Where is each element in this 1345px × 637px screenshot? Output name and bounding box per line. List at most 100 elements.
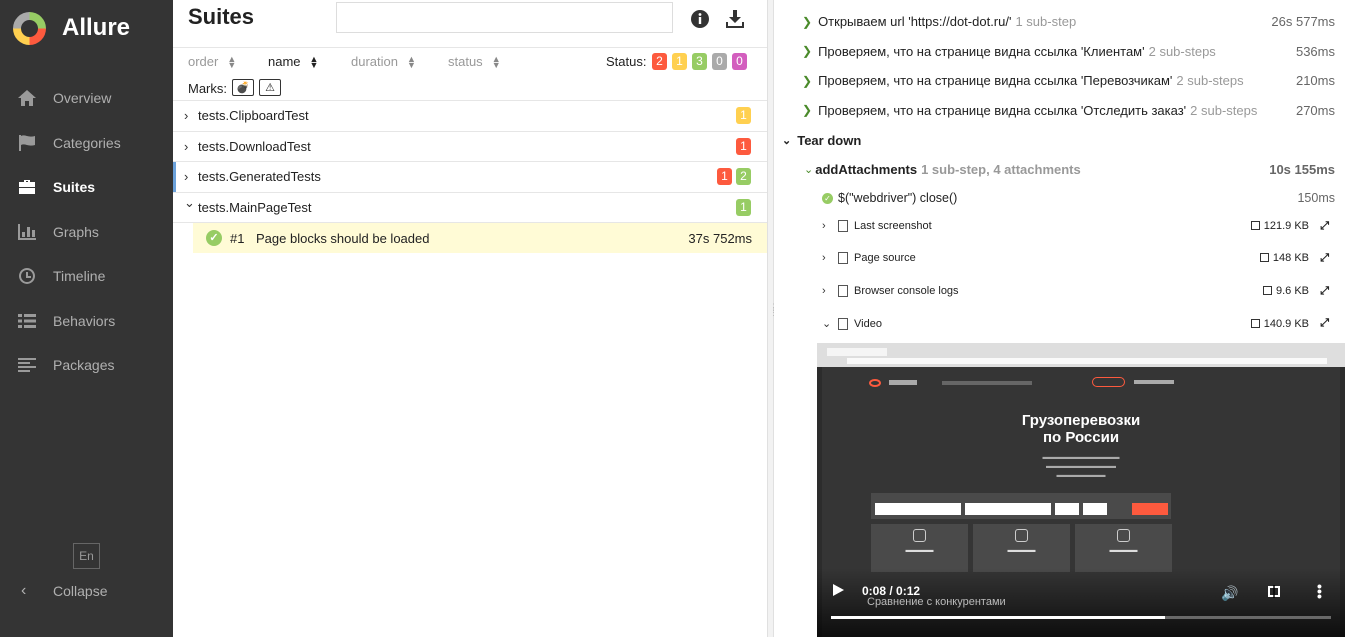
chevron-right-icon: ❯: [802, 14, 813, 29]
attachment-size: 140.9 KB: [1250, 317, 1309, 330]
sort-bar: order ▲ ▼ name ▲ ▼ duration ▲ ▼ status ▲ ▼ S…: [173, 48, 767, 75]
sidebar-item-categories[interactable]: Categories: [0, 121, 173, 166]
suites-tree: › tests.ClipboardTest 1 › tests.DownloadTest…: [173, 101, 767, 223]
attachment-row[interactable]: ⌄ Video 140.9 KB ⤢: [822, 317, 1337, 330]
test-details-pane: ❯ Открываем url 'https://dot-dot.ru/' 1 su…: [774, 0, 1345, 637]
sidebar-item-suites[interactable]: Suites: [0, 165, 173, 210]
chevron-right-icon: ›: [184, 108, 189, 124]
video-browser-bar: [817, 343, 1345, 367]
sort-status[interactable]: status ▲ ▼: [448, 54, 501, 69]
file-icon: [838, 285, 848, 297]
pane-splitter[interactable]: ⋮⋮: [767, 0, 778, 637]
step-duration: 26s 577ms: [1271, 14, 1335, 29]
video-player[interactable]: Грузоперевозки по России ▬▬▬▬▬▬▬▬▬▬▬ ▬▬▬…: [817, 343, 1345, 637]
file-icon: [838, 252, 848, 264]
test-step[interactable]: ❯ Проверяем, что на странице видна ссылка…: [802, 73, 1345, 88]
bomb-icon: 💣: [236, 82, 250, 94]
step-substeps: 2 sub-steps: [1176, 73, 1244, 88]
status-count-badge: 1: [736, 137, 751, 155]
attachment-name: Last screenshot: [854, 220, 932, 232]
sidebar-item-label: Categories: [53, 134, 121, 151]
suite-row[interactable]: ⌄ tests.MainPageTest 1: [173, 193, 767, 223]
suites-pane: Suites order ▲ ▼ name ▲ ▼ duration ▲ ▼ stat…: [173, 0, 767, 637]
sort-status-label: status: [448, 54, 483, 69]
sort-name[interactable]: name ▲ ▼: [268, 54, 318, 69]
new-failed-mark-button[interactable]: ⚠: [259, 79, 281, 96]
download-button[interactable]: [724, 8, 746, 30]
suite-row[interactable]: › tests.ClipboardTest 1: [173, 101, 767, 132]
status-filter: 21300: [652, 53, 747, 70]
expand-icon[interactable]: ⤢: [1320, 285, 1329, 298]
download-icon: [726, 10, 744, 28]
app-logo[interactable]: Allure: [0, 0, 173, 56]
sidebar-item-graphs[interactable]: Graphs: [0, 210, 173, 255]
info-icon: [691, 10, 709, 28]
status-filter-label: Status:: [606, 54, 647, 69]
chevron-down-icon: ⌄: [782, 135, 792, 147]
chevron-right-icon: ❯: [802, 103, 813, 117]
marks-bar: Marks: 💣 ⚠: [173, 75, 767, 101]
list-icon: [17, 312, 37, 330]
allure-logo-icon: [13, 11, 46, 45]
video-form: [871, 493, 1171, 519]
language-button[interactable]: En: [73, 543, 100, 569]
status-filter-badge[interactable]: 2: [652, 53, 667, 70]
volume-icon[interactable]: 🔊: [1221, 585, 1238, 602]
attachment-size: 9.6 KB: [1262, 285, 1309, 297]
status-filter-badge[interactable]: 0: [712, 53, 727, 70]
test-step[interactable]: ❯ Открываем url 'https://dot-dot.ru/' 1 su…: [802, 14, 1345, 29]
sidebar-item-label: Behaviors: [53, 312, 116, 329]
expand-icon[interactable]: ⤢: [1320, 317, 1329, 330]
chevron-right-icon: ›: [822, 252, 826, 264]
sidebar-item-packages[interactable]: Packages: [0, 343, 173, 388]
step-label: Открываем url 'https://dot-dot.ru/': [818, 14, 1012, 29]
search-input[interactable]: [336, 2, 673, 33]
chevron-right-icon: ❯: [802, 44, 813, 58]
sidebar-item-behaviors[interactable]: Behaviors: [0, 299, 173, 344]
attachment-row[interactable]: › Last screenshot 121.9 KB ⤢: [822, 220, 1337, 232]
home-icon: [17, 89, 37, 107]
fullscreen-icon[interactable]: [1268, 585, 1280, 598]
video-progress-track[interactable]: [831, 616, 1331, 619]
sort-duration[interactable]: duration ▲ ▼: [351, 54, 416, 69]
info-button[interactable]: [689, 8, 711, 30]
test-number: #1: [230, 230, 245, 246]
sidebar-item-overview[interactable]: Overview: [0, 76, 173, 121]
step-substeps: 2 sub-steps: [1148, 43, 1216, 59]
attachment-size-value: 9.6 KB: [1275, 285, 1309, 297]
test-step[interactable]: ❯ Проверяем, что на странице видна ссылка…: [802, 44, 1345, 59]
status-count-badge: 1: [736, 198, 751, 216]
suite-status-badges: 1: [736, 107, 751, 125]
attachment-size-value: 140.9 KB: [1263, 317, 1309, 330]
test-step[interactable]: ❯ Проверяем, что на странице видна ссылка…: [802, 103, 1345, 118]
chevron-right-icon: ›: [822, 285, 826, 297]
expand-icon[interactable]: ⤢: [1320, 220, 1329, 233]
step-substeps: 2 sub-steps: [1190, 102, 1258, 118]
attachment-row[interactable]: › Page source 148 KB ⤢: [822, 252, 1337, 264]
sidebar: Allure Overview Categories Suites Graphs…: [0, 0, 173, 637]
more-options-icon[interactable]: • • •: [1317, 579, 1322, 603]
test-case-row[interactable]: ✓ #1 Page blocks should be loaded 37s 75…: [193, 223, 767, 253]
fixture-step[interactable]: ⌄ addAttachments 1 sub-step, 4 attachmen…: [804, 162, 1345, 177]
briefcase-icon: [17, 178, 37, 196]
sidebar-item-timeline[interactable]: Timeline: [0, 254, 173, 299]
collapse-button[interactable]: ‹ Collapse: [0, 578, 107, 604]
play-icon[interactable]: [833, 584, 844, 596]
close-step-label: $("webdriver") close(): [838, 191, 958, 205]
status-filter-badge[interactable]: 0: [732, 53, 747, 70]
suite-row[interactable]: › tests.GeneratedTests 1 2: [173, 162, 767, 193]
status-count-badge: 1: [717, 168, 732, 186]
suite-row[interactable]: › tests.DownloadTest 1: [173, 132, 767, 162]
status-filter-badge[interactable]: 3: [692, 53, 707, 70]
status-filter-badge[interactable]: 1: [672, 53, 687, 70]
file-icon: [838, 220, 848, 232]
close-step[interactable]: ✓ $("webdriver") close() 150ms: [822, 191, 1345, 205]
sidebar-item-label: Suites: [53, 179, 96, 196]
teardown-section[interactable]: ⌄ Tear down: [782, 133, 861, 148]
flag-icon: [17, 134, 37, 152]
sort-order[interactable]: order ▲ ▼: [188, 54, 236, 69]
attachment-row[interactable]: › Browser console logs 9.6 KB ⤢: [822, 285, 1337, 297]
flaky-mark-button[interactable]: 💣: [232, 79, 254, 96]
expand-icon[interactable]: ⤢: [1320, 252, 1329, 265]
suite-name: tests.ClipboardTest: [198, 108, 309, 124]
